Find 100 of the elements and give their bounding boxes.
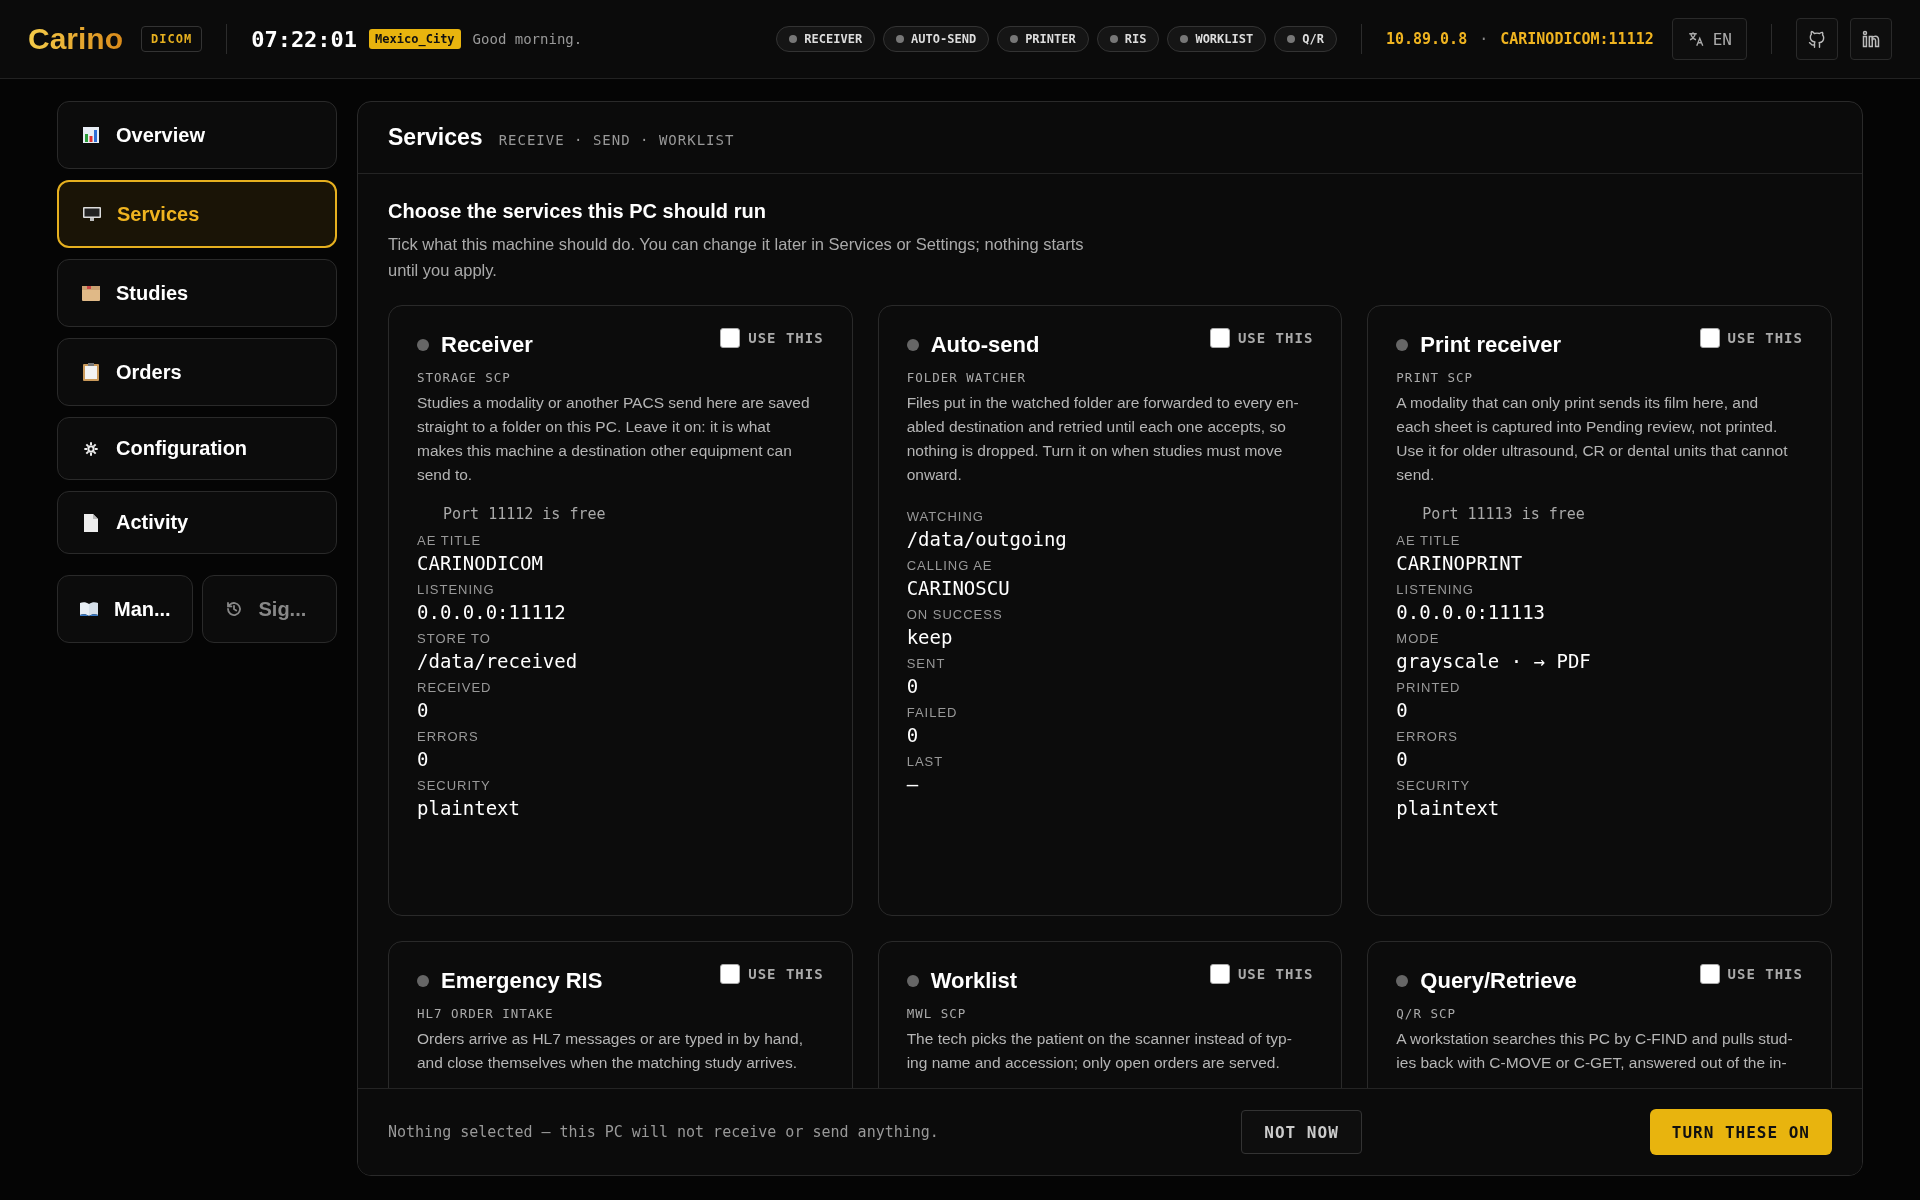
document-icon — [83, 512, 99, 533]
status-dot — [1396, 975, 1409, 987]
timezone-badge: Mexico_City — [369, 29, 461, 49]
checkbox[interactable] — [1699, 328, 1720, 348]
checkbox[interactable] — [720, 328, 741, 348]
port-status: Port 11112 is free — [443, 505, 607, 523]
checkbox[interactable] — [720, 964, 741, 984]
separator: · — [1479, 30, 1489, 48]
checkbox-label: USE THIS — [1237, 330, 1314, 346]
status-pill: PRINTER — [997, 26, 1089, 52]
linkedin-icon[interactable] — [1850, 18, 1892, 60]
service-description: The tech picks the patient on the scanner instead of typ- ing name and accession; only open orders are served. — [906, 1029, 1293, 1073]
service-type: FOLDER WATCHER — [906, 370, 1027, 385]
status-dot — [906, 975, 919, 987]
status-pill: WORKLIST — [1167, 26, 1267, 52]
field-label: WATCHING — [906, 509, 985, 524]
field-label: SENT — [906, 656, 947, 671]
service-description: Studies a modality or another PACS send here are saved straight to a folder on this PC. Leave it on: it is what makes this machine a destination other equipment can send to. — [417, 393, 811, 485]
field-value: 0 — [1396, 748, 1409, 770]
greeting: Good morning. — [472, 31, 583, 47]
status-pill: Q/R — [1274, 26, 1337, 52]
panel-subtitle: RECEIVE · SEND · WORKLIST — [498, 132, 735, 148]
checkbox-label: USE THIS — [748, 330, 824, 346]
book-icon — [79, 601, 99, 617]
service-title: Worklist — [930, 968, 1018, 994]
status-dot — [906, 339, 919, 351]
field-label: CALLING AE — [906, 558, 994, 573]
turn-on-button[interactable]: TURN THESE ON — [1649, 1109, 1832, 1155]
service-type: Q/R SCP — [1396, 1006, 1457, 1021]
port-status: Port 11113 is free — [1422, 505, 1586, 523]
nav-item[interactable]: Man... — [57, 575, 193, 643]
selection-note: Nothing selected — this PC will not receive or send anything. — [388, 1123, 940, 1141]
checkbox[interactable] — [1209, 328, 1230, 348]
service-type: MWL SCP — [906, 1006, 968, 1021]
checkbox-label: USE THIS — [748, 966, 824, 982]
field-value: /data/outgoing — [906, 528, 1068, 550]
status-pill: RECEIVER — [776, 26, 876, 52]
field-value: 0.0.0.0:11112 — [417, 601, 567, 623]
field-label: FAILED — [906, 705, 959, 720]
field-value: 0.0.0.0:11113 — [1396, 601, 1547, 623]
field-label: AE TITLE — [417, 533, 483, 548]
clipboard-icon — [82, 362, 100, 382]
field-label: LISTENING — [1396, 582, 1475, 597]
panel-title: Services — [388, 124, 483, 151]
field-label: STORE TO — [417, 631, 492, 646]
field-label: ERRORS — [1396, 729, 1459, 744]
checkbox-label: USE THIS — [1727, 966, 1803, 982]
field-value: 0 — [417, 748, 430, 770]
checkbox[interactable] — [1699, 964, 1720, 984]
settings-icon — [83, 440, 99, 457]
section-heading: Choose the services this PC should run — [388, 200, 767, 223]
nav-item[interactable]: Services — [57, 180, 337, 248]
nav-item[interactable]: Overview — [57, 101, 337, 169]
field-value: plaintext — [417, 797, 521, 819]
service-description: Files put in the watched folder are forwarded to every en- abled destination and retried until each one accepts, so nothing is dropped. Turn it on when studies must move onward. — [906, 393, 1300, 485]
history-icon — [224, 600, 243, 618]
field-label: SECURITY — [1396, 778, 1472, 793]
field-value: keep — [906, 626, 954, 648]
nav-item[interactable]: Activity — [57, 491, 337, 554]
service-type: PRINT SCP — [1396, 370, 1475, 385]
intro-text: Tick what this machine should do. You can change it later in Services or Settings; nothing starts until you apply. — [388, 234, 1085, 281]
field-value: — — [906, 773, 920, 795]
status-dot — [1396, 339, 1409, 351]
translate-icon — [1686, 30, 1705, 48]
service-description: Orders arrive as HL7 messages or are typed in by hand, and close themselves when the matching study arrives. — [417, 1029, 804, 1073]
service-description: A modality that can only print sends its film here, and each sheet is captured into Pending review, not printed. Use it for older ultrasound, CR or dental units that cannot send. — [1396, 393, 1789, 485]
field-value: CARINODICOM — [417, 552, 544, 574]
language-button[interactable]: EN — [1671, 18, 1747, 60]
ip-address: 10.89.0.8 — [1385, 30, 1468, 48]
field-label: AE TITLE — [1396, 533, 1462, 548]
github-icon[interactable] — [1796, 18, 1838, 60]
field-value: grayscale · → PDF — [1396, 650, 1592, 672]
checkbox[interactable] — [1209, 964, 1230, 984]
field-value: CARINOPRINT — [1396, 552, 1524, 574]
field-label: MODE — [1396, 631, 1441, 646]
field-value: 0 — [417, 699, 430, 721]
nav-item[interactable]: Configuration — [57, 417, 337, 480]
box-icon — [81, 284, 101, 302]
nav-item[interactable]: Orders — [57, 338, 337, 406]
clock: 07:22:01 — [251, 26, 358, 52]
field-value: plaintext — [1396, 797, 1501, 819]
service-title: Emergency RIS — [441, 968, 603, 994]
service-type: STORAGE SCP — [417, 370, 512, 385]
bar-chart-icon — [82, 126, 100, 144]
ae-port: CARINODICOM:11112 — [1500, 30, 1654, 48]
field-value: /data/received — [417, 650, 579, 672]
field-label: ON SUCCESS — [906, 607, 1004, 622]
checkbox-label: USE THIS — [1727, 330, 1803, 346]
field-value: 0 — [906, 675, 920, 697]
product-badge: DICOM — [141, 26, 203, 52]
service-type: HL7 ORDER INTAKE — [417, 1006, 555, 1021]
field-label: LAST — [906, 754, 945, 769]
field-label: ERRORS — [417, 729, 480, 744]
field-label: LISTENING — [417, 582, 496, 597]
service-title: Print receiver — [1420, 332, 1561, 358]
status-pill: RIS — [1096, 26, 1160, 52]
not-now-button[interactable]: NOT NOW — [1241, 1110, 1362, 1154]
field-label: PRINTED — [1396, 680, 1462, 695]
service-title: Query/Retrieve — [1420, 968, 1577, 994]
nav-item[interactable]: Studies — [57, 259, 337, 327]
